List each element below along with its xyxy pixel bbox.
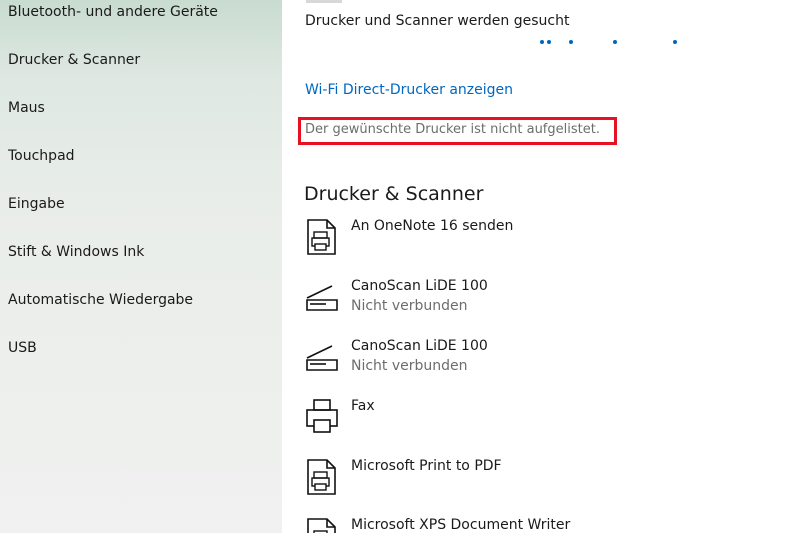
- printer-document-icon: [307, 459, 336, 495]
- progress-dot: [613, 40, 617, 44]
- sidebar-item-usb[interactable]: USB: [8, 340, 37, 356]
- device-item-print-to-pdf[interactable]: Microsoft Print to PDF: [304, 458, 784, 514]
- progress-dot: [547, 40, 551, 44]
- device-item-canoscan-2[interactable]: CanoScan LiDE 100 Nicht verbunden: [304, 338, 784, 394]
- printer-document-icon: [307, 219, 336, 255]
- main-content: Drucker und Scanner werden gesucht Wi-Fi…: [282, 0, 805, 533]
- device-name: An OneNote 16 senden: [351, 218, 514, 234]
- section-title: Drucker & Scanner: [304, 183, 484, 205]
- searching-status-text: Drucker und Scanner werden gesucht: [305, 13, 570, 29]
- highlight-box: [298, 117, 617, 145]
- sidebar-item-touchpad[interactable]: Touchpad: [8, 148, 75, 164]
- sidebar-item-autoplay[interactable]: Automatische Wiedergabe: [8, 292, 193, 308]
- sidebar-item-printers-scanners[interactable]: Drucker & Scanner: [8, 52, 140, 68]
- progress-dot: [673, 40, 677, 44]
- device-name: Microsoft Print to PDF: [351, 458, 502, 474]
- device-name: Microsoft XPS Document Writer: [351, 517, 571, 533]
- device-status: Nicht verbunden: [351, 358, 468, 374]
- device-item-xps-writer[interactable]: Microsoft XPS Document Writer: [304, 517, 784, 533]
- device-item-fax[interactable]: Fax: [304, 398, 784, 454]
- device-name: Fax: [351, 398, 375, 414]
- progress-dot: [569, 40, 573, 44]
- wifi-direct-printers-link[interactable]: Wi-Fi Direct-Drucker anzeigen: [305, 82, 513, 98]
- scanner-icon: [306, 345, 338, 371]
- printer-document-icon: [307, 518, 336, 533]
- sidebar-item-bluetooth[interactable]: Bluetooth- und andere Geräte: [8, 4, 218, 20]
- device-item-canoscan-1[interactable]: CanoScan LiDE 100 Nicht verbunden: [304, 278, 784, 334]
- device-item-onenote[interactable]: An OneNote 16 senden: [304, 218, 784, 274]
- fax-printer-icon: [306, 399, 338, 433]
- add-device-button-edge[interactable]: [306, 0, 342, 3]
- scanner-icon: [306, 285, 338, 311]
- device-status: Nicht verbunden: [351, 298, 468, 314]
- progress-dot: [540, 40, 544, 44]
- settings-sidebar: Bluetooth- und andere Geräte Drucker & S…: [0, 0, 282, 533]
- sidebar-item-typing[interactable]: Eingabe: [8, 196, 65, 212]
- device-name: CanoScan LiDE 100: [351, 278, 488, 294]
- sidebar-item-pen-windows-ink[interactable]: Stift & Windows Ink: [8, 244, 144, 260]
- sidebar-item-mouse[interactable]: Maus: [8, 100, 45, 116]
- device-name: CanoScan LiDE 100: [351, 338, 488, 354]
